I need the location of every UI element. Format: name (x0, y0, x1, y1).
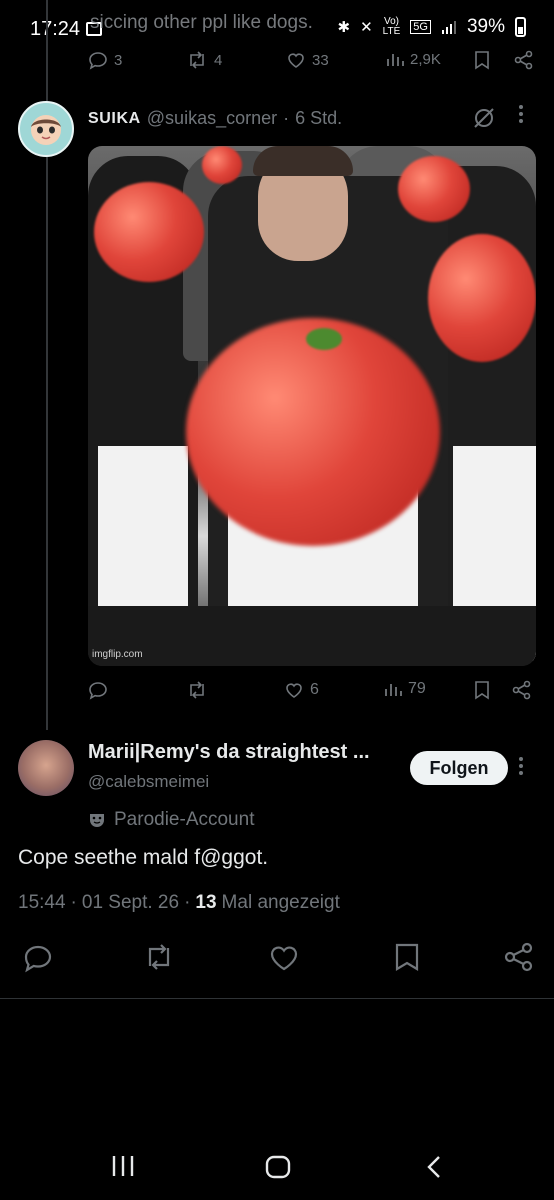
share-button[interactable] (514, 50, 534, 70)
reply-button[interactable] (88, 680, 108, 700)
heart-icon (270, 946, 298, 971)
repost-button[interactable]: 4 (186, 50, 222, 70)
status-icons: ✱ ✕ Vo) LTE 5G 39% (338, 16, 526, 38)
avatar-face-icon (31, 115, 61, 145)
mute-icon: ✕ (360, 19, 373, 36)
previous-tweet-text: siccing other ppl like dogs. (90, 12, 313, 33)
bookmark-icon (395, 943, 419, 971)
quoted-timestamp: 6 Std. (295, 108, 343, 128)
bookmark-icon (475, 51, 489, 70)
share-icon (514, 50, 533, 70)
tomato (186, 318, 440, 546)
android-nav-bar (0, 1140, 554, 1200)
reply-icon (89, 682, 107, 700)
bookmark-button[interactable] (474, 50, 490, 70)
repost-count: 4 (214, 51, 223, 69)
tomato (202, 146, 242, 184)
network-type-icon: 5G (410, 20, 431, 34)
heart-icon (286, 683, 302, 698)
tomato-stem (306, 328, 342, 350)
like-count: 6 (310, 681, 319, 698)
signal-icon (441, 19, 457, 35)
main-author-handle: @calebsmeimei (88, 772, 210, 791)
views-count: 79 (408, 680, 426, 697)
quoted-tweet-header: SUIKA @suikas_corner · 6 Std. (88, 108, 342, 129)
bookmark-button[interactable] (394, 942, 420, 972)
recent-apps-icon (112, 1156, 134, 1176)
like-button[interactable]: 33 (286, 50, 329, 70)
quoted-author-name[interactable]: SUIKA (88, 110, 141, 128)
views-button[interactable]: 2,9K (386, 50, 441, 68)
reply-button[interactable] (22, 942, 54, 974)
shirt-left (98, 446, 188, 606)
battery-percent: 39% (466, 16, 505, 37)
repost-icon (148, 944, 170, 970)
reply-count: 3 (114, 51, 123, 69)
divider (0, 998, 554, 999)
bluetooth-icon: ✱ (337, 19, 351, 36)
parody-account-label: Parodie-Account (88, 809, 254, 831)
more-options-icon[interactable] (518, 104, 524, 124)
view-count: 13 (195, 892, 217, 913)
views-button[interactable]: 79 (384, 680, 426, 698)
person-hair (253, 146, 353, 176)
separator-dot: · (283, 108, 290, 128)
recent-apps-button[interactable] (110, 1154, 136, 1178)
reply-icon (89, 52, 107, 70)
quoted-author-handle: @suikas_corner (146, 108, 278, 128)
like-button[interactable] (268, 942, 300, 972)
tweet-text: Cope seethe mald f@ggot. (18, 846, 269, 869)
follow-button[interactable]: Folgen (410, 751, 508, 785)
tweet-meta: 15:44 · 01 Sept. 26 · 13 Mal angezeigt (18, 892, 340, 914)
tweet-date: 01 Sept. 26 (81, 892, 180, 913)
tweet-time: 15:44 (18, 892, 66, 913)
image-watermark: imgflip.com (92, 649, 143, 660)
reply-icon (24, 945, 52, 973)
share-button[interactable] (512, 680, 532, 700)
main-author-name[interactable]: Marii|Remy's da straightest ... (88, 741, 398, 764)
tomato (428, 234, 536, 362)
share-icon (504, 942, 533, 972)
bookmark-icon (475, 681, 489, 700)
tomato (398, 156, 470, 222)
repost-icon (190, 681, 204, 699)
views-icon (385, 684, 402, 696)
like-button[interactable]: 6 (284, 680, 319, 700)
tomato (94, 182, 204, 282)
repost-button[interactable] (186, 680, 208, 700)
share-button[interactable] (504, 942, 534, 972)
view-label: Mal angezeigt (221, 892, 340, 913)
volte-icon: Vo) LTE (382, 16, 401, 37)
main-tweet-actions (18, 942, 536, 978)
bookmark-button[interactable] (474, 680, 490, 700)
parody-label-text: Parodie-Account (114, 809, 255, 830)
reply-button[interactable]: 3 (88, 50, 122, 70)
back-button[interactable] (424, 1154, 444, 1180)
separator-dot: · (184, 892, 191, 913)
share-icon (512, 680, 531, 700)
clock: 17:24 (30, 18, 81, 40)
views-icon (387, 54, 404, 66)
repost-icon (190, 51, 204, 69)
previous-tweet-actions: 3 4 33 2,9K (88, 50, 534, 74)
battery-icon (515, 17, 526, 37)
like-count: 33 (312, 51, 329, 69)
heart-icon (288, 53, 304, 68)
views-count: 2,9K (410, 50, 441, 68)
meme-image[interactable]: imgflip.com (88, 146, 536, 666)
home-button[interactable] (264, 1154, 292, 1180)
suika-avatar[interactable] (18, 101, 74, 157)
theater-mask-icon (90, 814, 104, 827)
grok-icon[interactable] (472, 106, 496, 130)
image-floor (88, 606, 536, 666)
quoted-tweet-actions: 6 79 (88, 680, 538, 704)
home-icon (265, 1155, 291, 1179)
more-options-icon[interactable] (518, 756, 524, 776)
marii-avatar[interactable] (18, 740, 74, 796)
separator-dot: · (70, 892, 77, 913)
repost-button[interactable] (142, 942, 176, 972)
back-icon (427, 1156, 440, 1178)
